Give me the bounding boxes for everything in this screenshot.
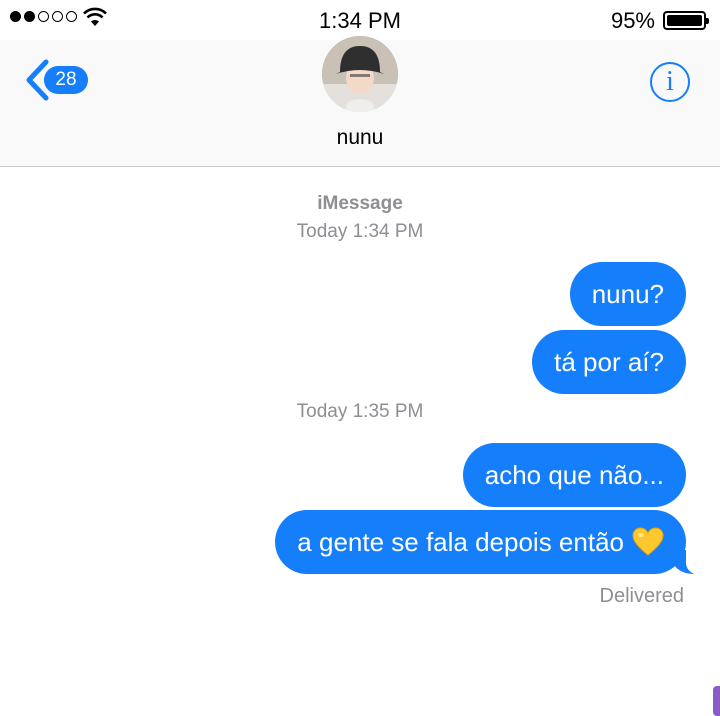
delivery-status: Delivered: [599, 585, 684, 607]
sent-message-bubble[interactable]: a gente se fala depois então: [275, 510, 712, 575]
contact-avatar[interactable]: [322, 36, 398, 112]
sent-message-bubble[interactable]: acho que não...: [462, 443, 686, 507]
message-timestamp: Today 1:35 PM: [296, 401, 424, 422]
yellow-heart-icon: [632, 527, 664, 556]
back-button[interactable]: 28: [22, 58, 88, 102]
sent-message-bubble[interactable]: tá por aí?: [532, 330, 686, 394]
unread-count-badge: 28: [44, 66, 88, 94]
status-bar: 1:34 PM 95%: [0, 0, 720, 40]
message-text: tá por aí?: [554, 346, 664, 377]
conversation-header: 28 nunu i: [0, 36, 720, 167]
service-label: iMessage: [317, 193, 403, 214]
contact-name[interactable]: nunu: [0, 126, 720, 150]
message-timestamp: Today 1:34 PM: [296, 221, 424, 242]
info-icon: i: [666, 66, 674, 97]
sent-message-bubble[interactable]: nunu?: [569, 262, 686, 326]
battery-icon: [663, 11, 709, 30]
message-text: nunu?: [591, 278, 664, 309]
edge-tab: [713, 686, 720, 716]
message-text: a gente se fala depois então: [297, 526, 624, 557]
message-text: acho que não...: [484, 459, 664, 490]
battery-percentage: 95%: [610, 8, 655, 33]
info-button[interactable]: i: [650, 62, 690, 102]
